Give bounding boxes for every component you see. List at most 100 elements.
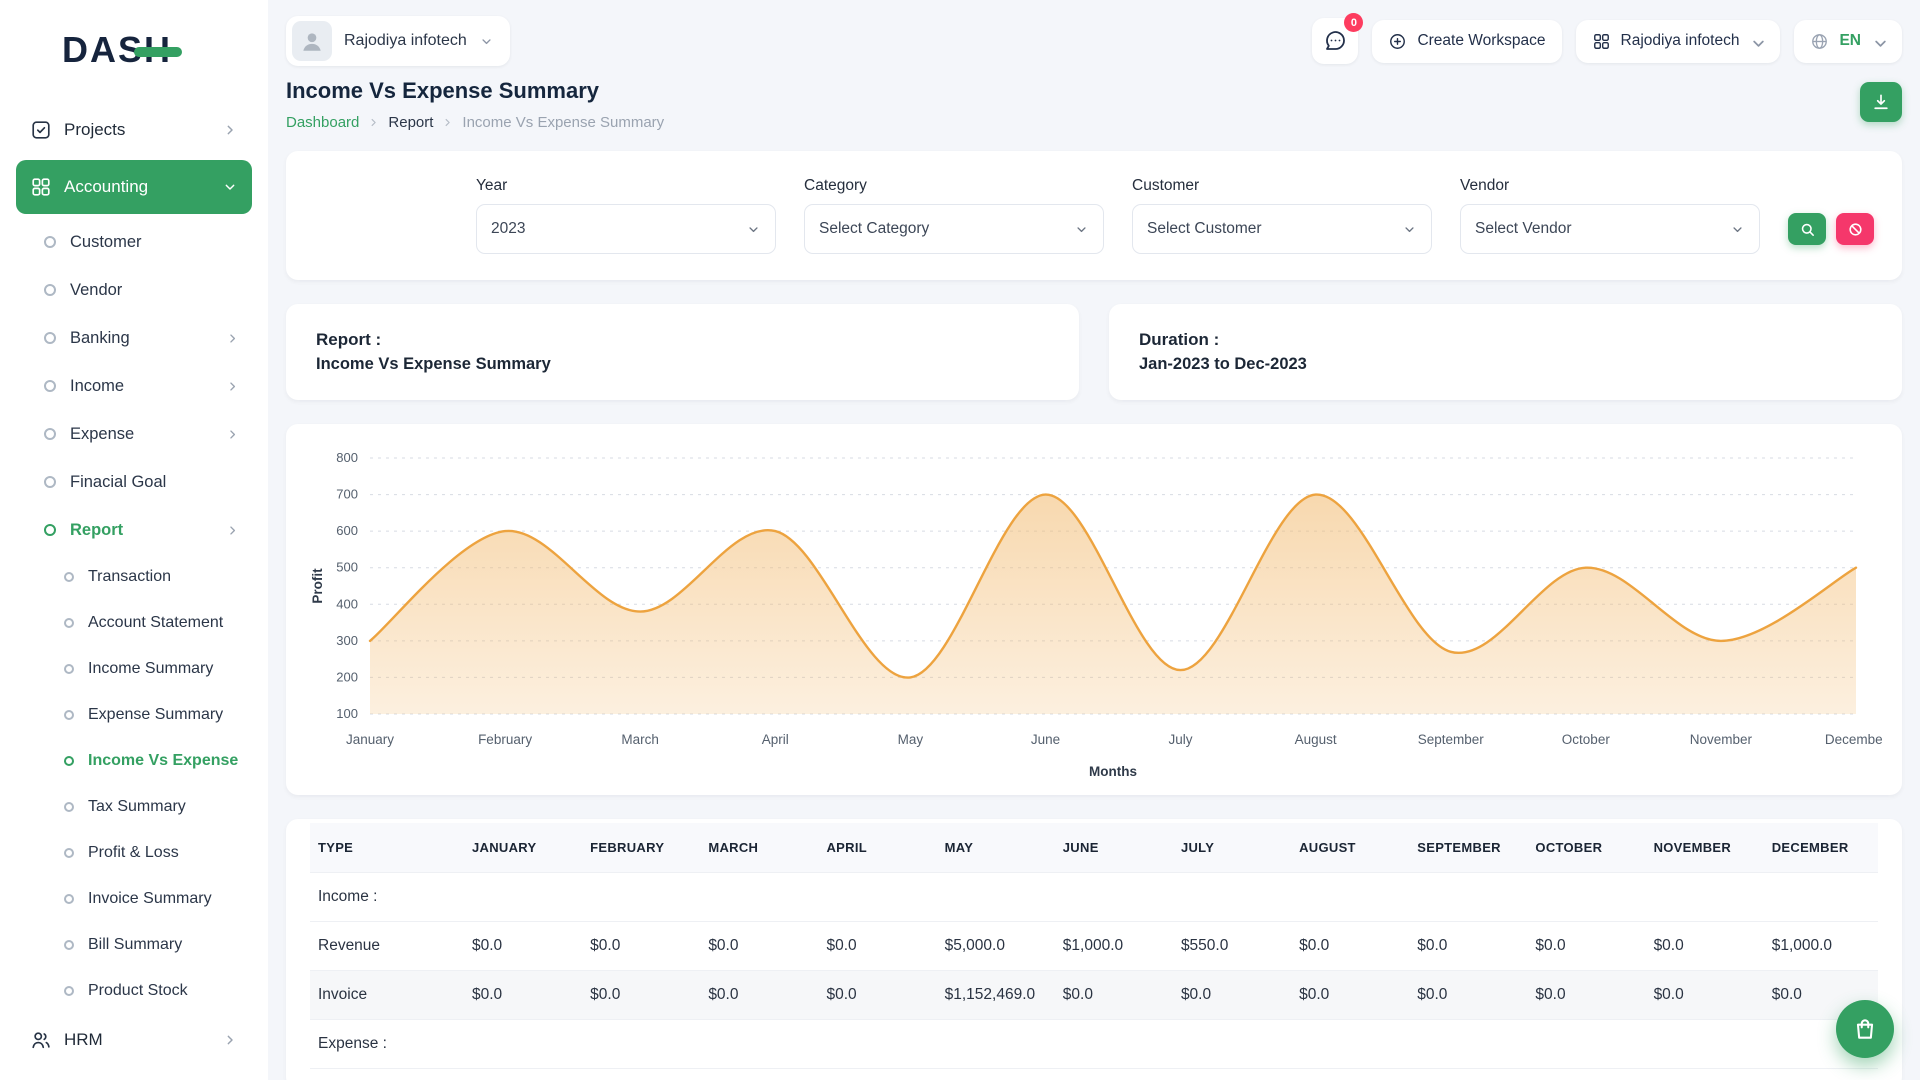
chevron-down-icon: [1871, 34, 1886, 49]
grid-icon: [1592, 32, 1611, 51]
svg-text:February: February: [478, 732, 532, 747]
breadcrumb-item-report[interactable]: Report: [388, 114, 433, 131]
svg-text:March: March: [621, 732, 659, 747]
sidebar-item-income-vs-expense[interactable]: Income Vs Expense: [16, 738, 252, 784]
sidebar-item-tax-summary[interactable]: Tax Summary: [16, 784, 252, 830]
chevron-down-icon: [222, 179, 238, 195]
svg-text:500: 500: [336, 560, 358, 575]
sidebar-item-banking[interactable]: Banking: [16, 314, 252, 362]
sidebar-item-account-statement[interactable]: Account Statement: [16, 600, 252, 646]
customer-select[interactable]: Select Customer: [1132, 204, 1432, 254]
svg-text:Profit: Profit: [310, 568, 325, 604]
table-card: TYPEJANUARYFEBRUARYMARCHAPRILMAYJUNEJULY…: [286, 819, 1902, 1080]
messages-badge: 0: [1344, 13, 1363, 32]
sidebar-item-expense[interactable]: Expense: [16, 410, 252, 458]
app-logo[interactable]: DASH: [16, 18, 252, 82]
svg-text:December: December: [1825, 732, 1882, 747]
sidebar-item-expense-summary[interactable]: Expense Summary: [16, 692, 252, 738]
year-select[interactable]: 2023: [476, 204, 776, 254]
sidebar-item-finacial-goal[interactable]: Finacial Goal: [16, 458, 252, 506]
chevron-down-icon: [1730, 222, 1745, 237]
circle-icon: [64, 986, 74, 996]
svg-text:800: 800: [336, 450, 358, 465]
chevron-right-icon: [225, 379, 240, 394]
search-icon: [1799, 221, 1816, 238]
chevron-right-icon: [225, 331, 240, 346]
circle-icon: [44, 284, 56, 296]
vendor-value: Select Vendor: [1475, 220, 1572, 238]
circle-icon: [64, 710, 74, 720]
section-row-expense: Expense :: [310, 1020, 1878, 1069]
sidebar-item-report[interactable]: Report: [16, 506, 252, 554]
chevron-right-icon: [441, 116, 454, 129]
check-square-icon: [30, 119, 52, 141]
filter-customer: Customer Select Customer: [1132, 177, 1432, 254]
vendor-select[interactable]: Select Vendor: [1460, 204, 1760, 254]
filter-actions: [1788, 213, 1874, 245]
sidebar-item-vendor[interactable]: Vendor: [16, 266, 252, 314]
svg-text:600: 600: [336, 523, 358, 538]
column-january: JANUARY: [460, 823, 578, 873]
vendor-label: Vendor: [1460, 177, 1760, 195]
circle-icon: [64, 802, 74, 812]
shopping-bag-icon: [1852, 1016, 1878, 1042]
breadcrumb-item-dashboard[interactable]: Dashboard: [286, 114, 359, 131]
download-button[interactable]: [1860, 82, 1902, 122]
grid-icon: [30, 176, 52, 198]
customer-label: Customer: [1132, 177, 1432, 195]
messages-button[interactable]: 0: [1312, 18, 1358, 64]
column-may: MAY: [933, 823, 1051, 873]
year-value: 2023: [491, 220, 525, 238]
svg-text:November: November: [1690, 732, 1753, 747]
sidebar-item-transaction[interactable]: Transaction: [16, 554, 252, 600]
create-workspace-button[interactable]: Create Workspace: [1372, 20, 1561, 63]
svg-text:August: August: [1295, 732, 1337, 747]
workspace-selector[interactable]: Rajodiya infotech: [286, 16, 510, 66]
chevron-down-icon: [1074, 222, 1089, 237]
column-august: AUGUST: [1287, 823, 1405, 873]
users-icon: [30, 1029, 52, 1051]
sidebar-item-projects[interactable]: Projects: [16, 104, 252, 156]
profit-chart: 100200300400500600700800 JanuaryFebruary…: [306, 440, 1882, 789]
topbar-actions: 0 Create Workspace Rajodiya infotech EN: [1312, 18, 1902, 64]
company-selector[interactable]: Rajodiya infotech: [1576, 20, 1781, 63]
column-september: SEPTEMBER: [1405, 823, 1523, 873]
circle-icon: [44, 428, 56, 440]
column-april: APRIL: [814, 823, 932, 873]
svg-text:April: April: [762, 732, 789, 747]
summary-table: TYPEJANUARYFEBRUARYMARCHAPRILMAYJUNEJULY…: [310, 823, 1878, 1069]
chevron-down-icon: [1402, 222, 1417, 237]
language-selector[interactable]: EN: [1794, 20, 1902, 63]
category-select[interactable]: Select Category: [804, 204, 1104, 254]
sidebar-item-income-summary[interactable]: Income Summary: [16, 646, 252, 692]
sidebar-item-bill-summary[interactable]: Bill Summary: [16, 922, 252, 968]
chevron-right-icon: [222, 1032, 238, 1048]
sidebar-item-product-stock[interactable]: Product Stock: [16, 968, 252, 1014]
svg-text:400: 400: [336, 596, 358, 611]
column-october: OCTOBER: [1523, 823, 1641, 873]
sidebar-item-income[interactable]: Income: [16, 362, 252, 410]
column-march: MARCH: [696, 823, 814, 873]
search-button[interactable]: [1788, 213, 1826, 245]
column-type: TYPE: [310, 823, 460, 873]
svg-text:July: July: [1169, 732, 1193, 747]
sidebar-item-hrm[interactable]: HRM: [16, 1014, 252, 1066]
breadcrumb: DashboardReportIncome Vs Expense Summary: [286, 114, 664, 131]
duration-label: Duration :: [1139, 330, 1872, 350]
sidebar-item-invoice-summary[interactable]: Invoice Summary: [16, 876, 252, 922]
circle-icon: [64, 940, 74, 950]
workspace-name: Rajodiya infotech: [344, 32, 467, 50]
sidebar-item-accounting[interactable]: Accounting: [16, 160, 252, 214]
chevron-right-icon: [222, 122, 238, 138]
sidebar-item-customer[interactable]: Customer: [16, 218, 252, 266]
circle-icon: [44, 236, 56, 248]
sidebar-menu: Projects Accounting Customer Vendor Bank…: [16, 104, 252, 1066]
circle-icon: [44, 476, 56, 488]
circle-icon: [64, 894, 74, 904]
reset-button[interactable]: [1836, 213, 1874, 245]
sidebar-item-profit-loss[interactable]: Profit & Loss: [16, 830, 252, 876]
svg-text:January: January: [346, 732, 394, 747]
circle-icon: [44, 524, 56, 536]
logo-dash-icon: [134, 47, 182, 57]
cart-button[interactable]: [1836, 1000, 1894, 1058]
